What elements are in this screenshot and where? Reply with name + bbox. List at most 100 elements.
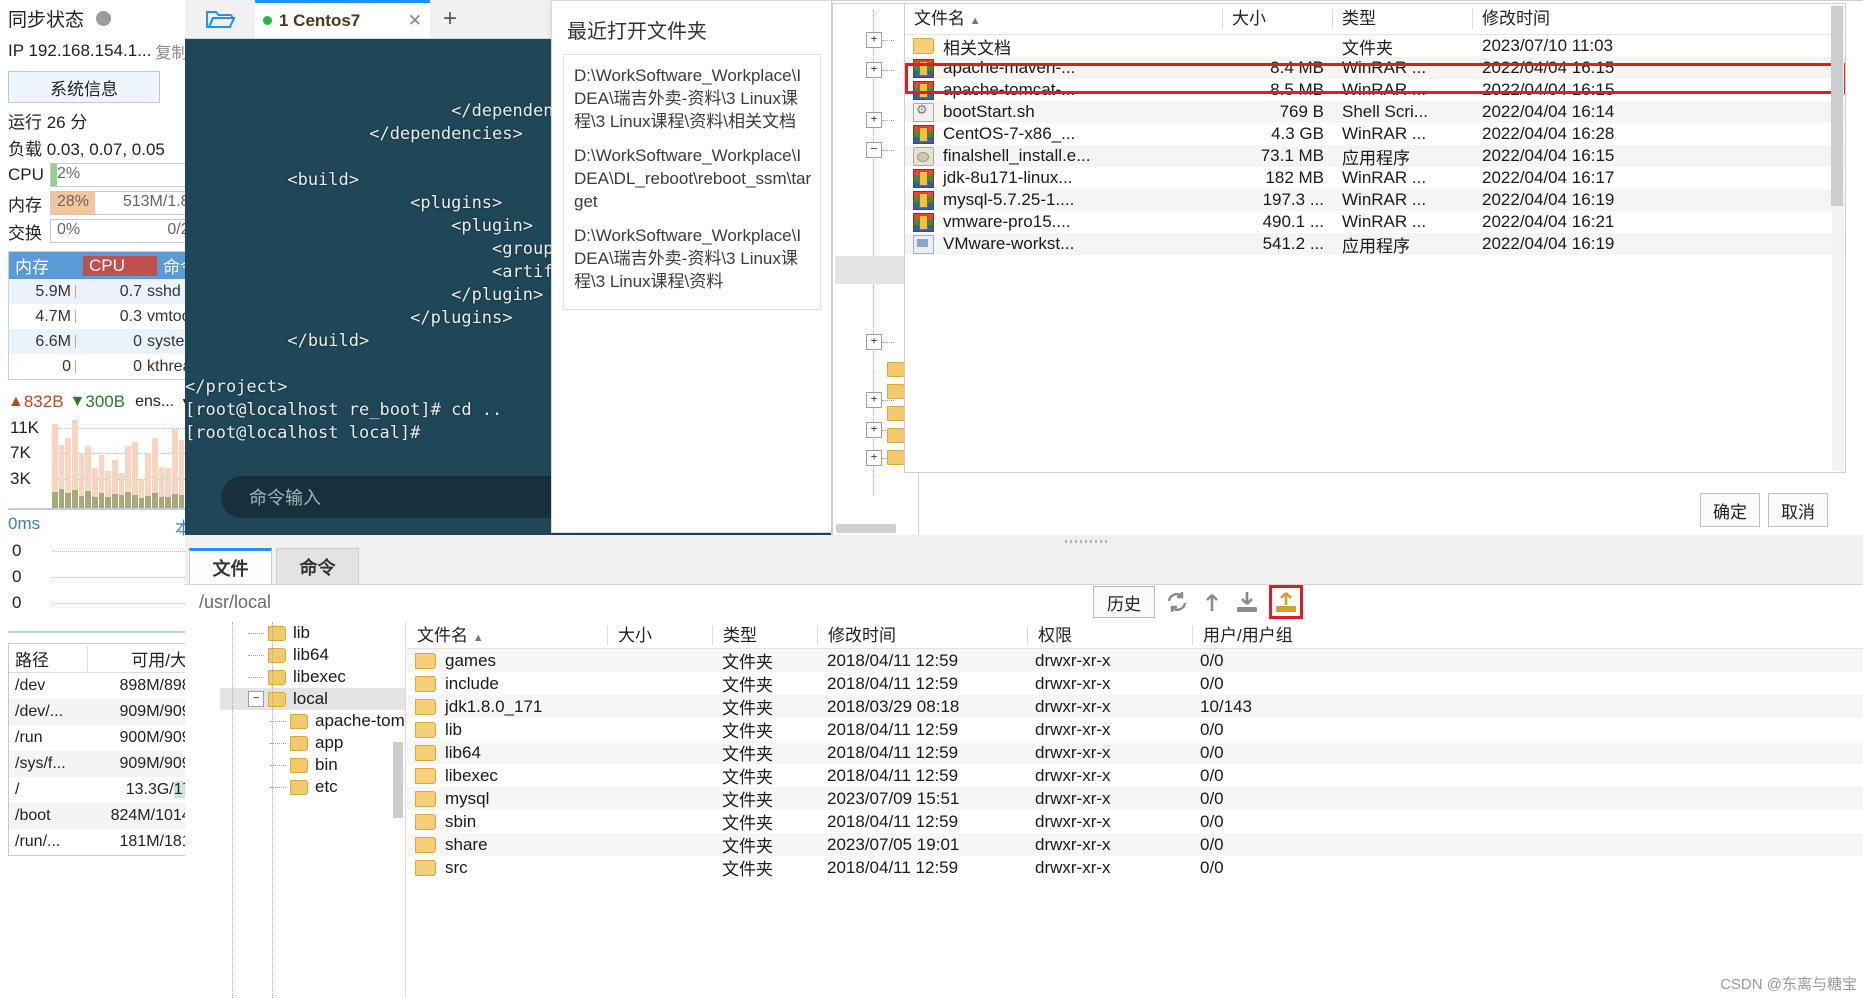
col-size[interactable]: 大小 xyxy=(607,626,712,645)
process-row[interactable]: 6.6M0systemd xyxy=(9,329,210,354)
tree-expander[interactable]: + xyxy=(866,62,894,78)
ok-button[interactable]: 确定 xyxy=(1700,493,1760,527)
process-row[interactable]: 4.7M0.3vmtoolsd xyxy=(9,304,210,329)
table-row[interactable]: include文件夹2018/04/11 12:59drwxr-xr-x0/0 xyxy=(407,672,1863,695)
tab-commands[interactable]: 命令 xyxy=(276,548,359,584)
file-size: 769 B xyxy=(1222,102,1332,122)
download-icon[interactable] xyxy=(1234,589,1260,615)
table-row[interactable]: jdk1.8.0_171文件夹2018/03/29 08:18drwxr-xr-… xyxy=(407,695,1863,718)
table-row[interactable]: mysql-5.7.25-1....197.3 ...WinRAR ...202… xyxy=(905,189,1845,211)
col-type[interactable]: 类型 xyxy=(1332,9,1472,29)
tree-item-bin[interactable]: bin xyxy=(220,754,405,776)
tree-folder-icon[interactable] xyxy=(885,450,905,465)
col-type[interactable]: 类型 xyxy=(712,626,817,645)
table-row[interactable]: lib文件夹2018/04/11 12:59drwxr-xr-x0/0 xyxy=(407,718,1863,741)
col-memory[interactable]: 内存 xyxy=(9,253,83,278)
table-row[interactable]: share文件夹2023/07/05 19:01drwxr-xr-x0/0 xyxy=(407,833,1863,856)
plus-icon[interactable]: + xyxy=(430,0,470,38)
process-cpu: 0.7 xyxy=(80,283,142,301)
disk-usage-table[interactable]: 路径 可用/大小 /dev898M/898M/dev/...909M/909M/… xyxy=(8,643,211,856)
col-filename[interactable]: 文件名 ▲ xyxy=(905,9,1222,29)
current-path[interactable]: /usr/local xyxy=(185,584,1863,620)
table-row[interactable]: apache-tomcat-...8.5 MBWinRAR ...2022/04… xyxy=(905,79,1845,101)
tree-item-app[interactable]: app xyxy=(220,732,405,754)
col-modified[interactable]: 修改时间 xyxy=(817,626,1027,645)
table-row[interactable]: VMware-workst...541.2 ...应用程序2022/04/04 … xyxy=(905,233,1845,255)
tree-expander[interactable]: + xyxy=(866,334,894,350)
tree-expander[interactable]: + xyxy=(866,32,894,48)
col-permissions[interactable]: 权限 xyxy=(1027,626,1192,645)
recent-folder-item[interactable]: D:\WorkSoftware_Workplace\IDEA\DL_reboot… xyxy=(564,141,820,221)
history-button[interactable]: 历史 xyxy=(1093,586,1155,618)
table-row[interactable]: lib64文件夹2018/04/11 12:59drwxr-xr-x0/0 xyxy=(407,741,1863,764)
directory-tree[interactable]: liblib64libexec−localapache-tomappbinetc xyxy=(220,622,406,998)
remote-file-list[interactable]: 文件名 ▲ 大小 类型 修改时间 权限 用户/用户组 games文件夹2018/… xyxy=(407,622,1863,998)
tree-item-libexec[interactable]: libexec xyxy=(220,666,405,688)
disk-row[interactable]: /run900M/909M xyxy=(9,725,210,751)
tree-item-local[interactable]: −local xyxy=(220,688,405,710)
file-list-scrollbar[interactable] xyxy=(1832,5,1844,471)
disk-row[interactable]: /boot824M/1014M xyxy=(9,803,210,829)
tree-folder-icon[interactable] xyxy=(885,406,905,421)
col-filename[interactable]: 文件名 ▲ xyxy=(407,626,607,645)
disk-row[interactable]: /13.3G/17G xyxy=(9,777,210,803)
process-row[interactable]: 5.9M0.7sshd xyxy=(9,279,210,304)
process-row[interactable]: 00kthreadd xyxy=(9,354,210,379)
disk-row[interactable]: /run/...181M/181M xyxy=(9,829,210,855)
tree-expander[interactable]: − xyxy=(866,142,894,158)
table-row[interactable]: 相关文档文件夹2023/07/10 11:03 xyxy=(905,35,1845,57)
tree-folder-icon[interactable] xyxy=(885,362,905,377)
close-icon[interactable]: ✕ xyxy=(408,11,422,31)
tree-item-lib[interactable]: lib xyxy=(220,622,405,644)
tree-item-apache-tom[interactable]: apache-tom xyxy=(220,710,405,732)
terminal-tab-centos7[interactable]: 1 Centos7 ✕ xyxy=(255,0,430,38)
table-row[interactable]: finalshell_install.e...73.1 MB应用程序2022/0… xyxy=(905,145,1845,167)
table-row[interactable]: libexec文件夹2018/04/11 12:59drwxr-xr-x0/0 xyxy=(407,764,1863,787)
cancel-button[interactable]: 取消 xyxy=(1768,493,1828,527)
dialog-file-list[interactable]: 文件名 ▲ 大小 类型 修改时间 相关文档文件夹2023/07/10 11:03… xyxy=(904,3,1846,473)
open-folder-icon[interactable] xyxy=(185,0,255,38)
table-row[interactable]: apache-maven-...8.4 MBWinRAR ...2022/04/… xyxy=(905,57,1845,79)
col-modified[interactable]: 修改时间 xyxy=(1472,9,1845,29)
process-table[interactable]: 内存 CPU 命令 5.9M0.7sshd4.7M0.3vmtoolsd6.6M… xyxy=(8,251,211,380)
upload-icon[interactable] xyxy=(1273,589,1299,615)
tree-expander[interactable]: + xyxy=(866,112,894,128)
disk-row[interactable]: /sys/f...909M/909M xyxy=(9,751,210,777)
tree-scrollbar-thumb[interactable] xyxy=(393,742,403,818)
col-owner[interactable]: 用户/用户组 xyxy=(1192,626,1392,645)
col-size[interactable]: 大小 xyxy=(1222,9,1332,29)
network-interface-select[interactable]: ens... xyxy=(135,393,174,411)
splitter-grip[interactable] xyxy=(1065,540,1109,543)
tree-item-lib64[interactable]: lib64 xyxy=(220,644,405,666)
table-row[interactable]: jdk-8u171-linux...182 MBWinRAR ...2022/0… xyxy=(905,167,1845,189)
system-info-button[interactable]: 系统信息 xyxy=(8,71,160,103)
recent-folder-item[interactable]: D:\WorkSoftware_Workplace\IDEA\瑞吉外卖-资料\3… xyxy=(564,61,820,141)
sort-asc-icon[interactable]: ▲ xyxy=(970,15,981,27)
table-row[interactable]: games文件夹2018/04/11 12:59drwxr-xr-x0/0 xyxy=(407,649,1863,672)
table-row[interactable]: mysql文件夹2023/07/09 15:51drwxr-xr-x0/0 xyxy=(407,787,1863,810)
col-path[interactable]: 路径 xyxy=(9,646,87,671)
recent-folders-list[interactable]: D:\WorkSoftware_Workplace\IDEA\瑞吉外卖-资料\3… xyxy=(563,54,821,310)
tree-collapse-icon[interactable]: − xyxy=(248,691,264,707)
disk-row[interactable]: /dev/...909M/909M xyxy=(9,699,210,725)
tab-files[interactable]: 文件 xyxy=(189,548,272,584)
tree-folder-icon[interactable] xyxy=(885,428,905,443)
refresh-icon[interactable] xyxy=(1164,589,1190,615)
col-cpu[interactable]: CPU xyxy=(83,256,157,276)
table-row[interactable]: bootStart.sh769 BShell Scri...2022/04/04… xyxy=(905,101,1845,123)
sort-asc-icon[interactable]: ▲ xyxy=(473,632,484,644)
tree-horizontal-scrollbar[interactable] xyxy=(836,524,896,533)
recent-folder-item[interactable]: D:\WorkSoftware_Workplace\IDEA\瑞吉外卖-资料\3… xyxy=(564,221,820,301)
table-row[interactable]: CentOS-7-x86_...4.3 GBWinRAR ...2022/04/… xyxy=(905,123,1845,145)
table-row[interactable]: sbin文件夹2018/04/11 12:59drwxr-xr-x0/0 xyxy=(407,810,1863,833)
copy-button[interactable]: 复制 xyxy=(155,39,187,63)
tree-item-etc[interactable]: etc xyxy=(220,776,405,798)
panel-splitter[interactable] xyxy=(185,535,1863,547)
rar-icon xyxy=(913,81,934,100)
table-row[interactable]: vmware-pro15....490.1 ...WinRAR ...2022/… xyxy=(905,211,1845,233)
scrollbar-thumb[interactable] xyxy=(1831,6,1843,206)
table-row[interactable]: src文件夹2018/04/11 12:59drwxr-xr-x0/0 xyxy=(407,856,1863,879)
arrow-up-icon[interactable] xyxy=(1199,589,1225,615)
process-memory: 4.7M xyxy=(9,308,71,326)
disk-row[interactable]: /dev898M/898M xyxy=(9,673,210,699)
